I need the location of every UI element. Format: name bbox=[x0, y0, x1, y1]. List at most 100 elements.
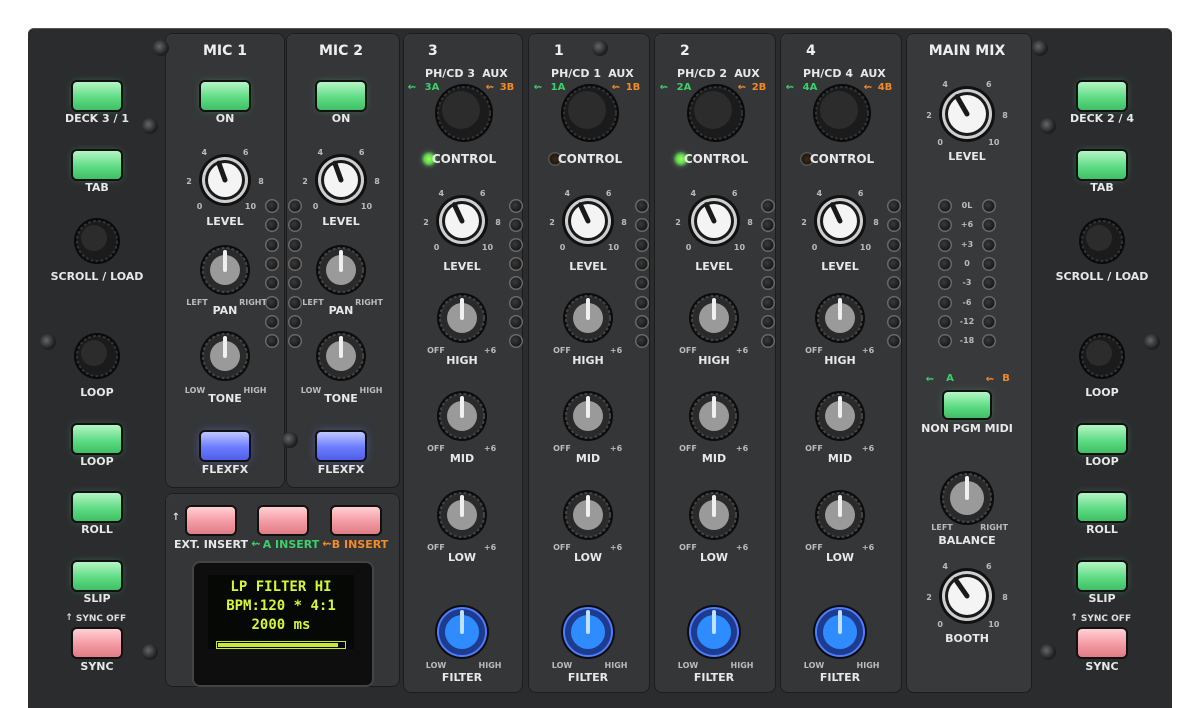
main-meter-led-right bbox=[983, 297, 995, 308]
mic2-pan-knob[interactable] bbox=[311, 240, 371, 300]
ch2-low-label: LOW bbox=[699, 551, 729, 564]
ch3-low-knob[interactable] bbox=[432, 485, 492, 545]
ch3-filter-label: FILTER bbox=[441, 671, 483, 684]
right-loop-knob[interactable] bbox=[1074, 328, 1130, 384]
ch4-level-knob[interactable] bbox=[810, 191, 870, 251]
ch2-meter-led bbox=[762, 258, 774, 270]
mic2-level-knob[interactable] bbox=[311, 150, 371, 210]
ch4-level-tick-t4: 4 bbox=[816, 188, 823, 198]
mic1-flexfx-button[interactable] bbox=[201, 432, 249, 460]
ch4-filter-knob[interactable] bbox=[808, 600, 872, 664]
ch2-usb-b-label: 2B bbox=[751, 82, 767, 93]
right-loop-button-label: LOOP bbox=[1085, 455, 1119, 468]
mic1-level-knob[interactable] bbox=[195, 150, 255, 210]
left-sync-off-label: SYNC OFF bbox=[75, 614, 127, 624]
ch3-meter-led bbox=[510, 277, 522, 289]
ch2-low-knob[interactable] bbox=[684, 485, 744, 545]
ch4-high-knob[interactable] bbox=[810, 288, 870, 348]
ch2-low-plus6: +6 bbox=[735, 543, 749, 552]
left-scroll-load-knob[interactable] bbox=[69, 213, 125, 269]
ch3-source-selector-knob[interactable] bbox=[430, 79, 498, 147]
ch2-source-selector-knob[interactable] bbox=[682, 79, 750, 147]
mic2-tone-label: TONE bbox=[324, 392, 358, 405]
balance-knob[interactable] bbox=[935, 466, 999, 530]
b-insert-button[interactable] bbox=[332, 507, 380, 534]
main-meter-led-right bbox=[983, 277, 995, 289]
ch4-usb-b-label: 4B bbox=[877, 82, 893, 93]
non-pgm-midi-button[interactable] bbox=[944, 392, 990, 418]
ch2-meter-led bbox=[762, 277, 774, 289]
ext-insert-label: EXT. INSERT bbox=[173, 538, 249, 551]
main-meter-led-right bbox=[983, 316, 995, 328]
ch4-source-selector-knob[interactable] bbox=[808, 79, 876, 147]
right-loop-button[interactable] bbox=[1078, 425, 1126, 453]
right-slip-button[interactable] bbox=[1078, 562, 1126, 590]
main-level-label: LEVEL bbox=[948, 150, 986, 163]
ch2-mid-knob[interactable] bbox=[684, 386, 744, 446]
ch3-filter-knob[interactable] bbox=[430, 600, 494, 664]
ch3-level-knob[interactable] bbox=[432, 191, 492, 251]
mic1-pan-knob[interactable] bbox=[195, 240, 255, 300]
ch4-mid-knob[interactable] bbox=[810, 386, 870, 446]
main-level-tick-t4: 4 bbox=[942, 79, 948, 89]
left-loop-knob[interactable] bbox=[69, 328, 125, 384]
ch1-level-tick-t0: 0 bbox=[559, 243, 566, 253]
mic2-level-tick-t10: 10 bbox=[360, 202, 373, 212]
ch4-meter-led bbox=[888, 297, 900, 308]
ch1-usb-b-label: 1B bbox=[625, 82, 641, 93]
right-tab-button[interactable] bbox=[1078, 151, 1126, 179]
ch2-high-label: HIGH bbox=[698, 354, 730, 367]
mic1-on-label: ON bbox=[215, 112, 235, 125]
right-sync-button[interactable] bbox=[1078, 629, 1126, 657]
booth-knob[interactable] bbox=[935, 564, 999, 628]
ch1-source-selector-knob[interactable] bbox=[556, 79, 624, 147]
ch2-mid-label: MID bbox=[701, 452, 727, 465]
ch2-level-knob[interactable] bbox=[684, 191, 744, 251]
a-insert-button[interactable] bbox=[259, 507, 307, 534]
ch4-low-knob[interactable] bbox=[810, 485, 870, 545]
left-loop-button-label: LOOP bbox=[80, 455, 114, 468]
ch1-high-knob[interactable] bbox=[558, 288, 618, 348]
ch2-high-knob[interactable] bbox=[684, 288, 744, 348]
left-sync-button[interactable] bbox=[73, 629, 121, 657]
mic2-tone-knob[interactable] bbox=[311, 326, 371, 386]
right-roll-button[interactable] bbox=[1078, 493, 1126, 521]
usb-a-icon: ⇜ bbox=[925, 374, 935, 385]
left-slip-button[interactable] bbox=[73, 562, 121, 590]
ch1-filter-knob[interactable] bbox=[556, 600, 620, 664]
ch3-high-knob[interactable] bbox=[432, 288, 492, 348]
mic1-on-button[interactable] bbox=[201, 82, 249, 110]
left-roll-button[interactable] bbox=[73, 493, 121, 521]
ch4-filter-low: LOW bbox=[803, 661, 825, 670]
left-deck-button[interactable] bbox=[73, 82, 121, 110]
ch3-level-label: LEVEL bbox=[443, 260, 481, 273]
ch3-mid-knob[interactable] bbox=[432, 386, 492, 446]
ch1-level-knob[interactable] bbox=[558, 191, 618, 251]
right-loop-knob-label: LOOP bbox=[1085, 386, 1119, 399]
mic2-pan-right: RIGHT bbox=[355, 298, 383, 307]
right-deck-button[interactable] bbox=[1078, 82, 1126, 110]
left-tab-button[interactable] bbox=[73, 151, 121, 179]
non-pgm-midi-label: NON PGM MIDI bbox=[921, 422, 1013, 435]
left-roll-label: ROLL bbox=[81, 523, 113, 536]
mic-meter-led bbox=[266, 297, 278, 308]
right-scroll-load-knob[interactable] bbox=[1074, 213, 1130, 269]
mic2-pan-label: PAN bbox=[328, 304, 354, 317]
mic2-on-button[interactable] bbox=[317, 82, 365, 110]
ch3-low-off: OFF bbox=[427, 543, 445, 552]
left-loop-button[interactable] bbox=[73, 425, 121, 453]
ch4-control-label: CONTROL bbox=[809, 152, 875, 166]
ch2-mid-off: OFF bbox=[679, 444, 697, 453]
ch3-usb-b-label: 3B bbox=[499, 82, 515, 93]
ch4-level-tick-t0: 0 bbox=[811, 243, 818, 253]
ch4-mid-label: MID bbox=[827, 452, 853, 465]
ext-insert-button[interactable] bbox=[187, 507, 235, 534]
mic2-flexfx-button[interactable] bbox=[317, 432, 365, 460]
ch2-filter-knob[interactable] bbox=[682, 600, 746, 664]
ch1-mid-knob[interactable] bbox=[558, 386, 618, 446]
ch1-meter-led bbox=[636, 239, 648, 251]
main-level-knob[interactable] bbox=[935, 82, 999, 146]
mic1-tone-knob[interactable] bbox=[195, 326, 255, 386]
ch1-low-knob[interactable] bbox=[558, 485, 618, 545]
main-level-tick-t0: 0 bbox=[937, 137, 943, 147]
